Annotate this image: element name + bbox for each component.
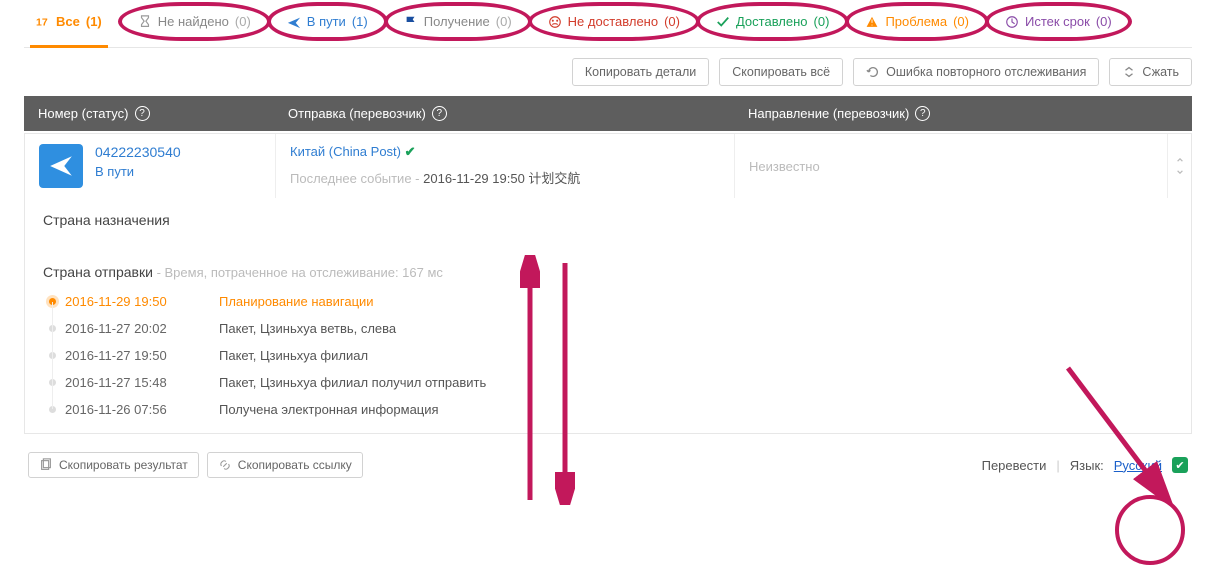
check-icon xyxy=(716,15,730,29)
event-date: 2016-11-27 19:50 xyxy=(65,348,205,363)
sad-face-icon xyxy=(548,15,562,29)
tab-label: Все xyxy=(56,14,80,29)
event-row: 2016-11-27 20:02 Пакет, Цзиньхуа ветвь, … xyxy=(43,315,1173,342)
table-header: Номер (статус) ? Отправка (перевозчик) ?… xyxy=(24,96,1192,131)
language-select[interactable]: Русский xyxy=(1114,458,1162,473)
tab-count: (0) xyxy=(496,14,512,29)
logo-17-icon: 17 xyxy=(36,15,50,29)
tab-count: (0) xyxy=(235,14,251,29)
last-event-label: Последнее событие - xyxy=(290,171,420,186)
help-icon[interactable]: ? xyxy=(915,106,930,121)
tab-undelivered[interactable]: Не доставлено (0) xyxy=(536,6,692,37)
button-label: Сжать xyxy=(1142,65,1179,79)
tab-not-found[interactable]: Не найдено (0) xyxy=(126,6,263,37)
shipment-summary-row: 04222230540 В пути Китай (China Post) ✔ … xyxy=(25,134,1191,198)
col-number-label: Номер (статус) xyxy=(38,106,129,121)
clock-icon xyxy=(1005,15,1019,29)
last-event-value: 2016-11-29 19:50 计划交航 xyxy=(423,171,580,186)
transit-status-icon xyxy=(39,144,83,188)
copy-details-button[interactable]: Копировать детали xyxy=(572,58,709,86)
origin-country-label: Страна отправки xyxy=(43,264,153,280)
status-tabs: 17 Все (1) Не найдено (0) В пути (1) xyxy=(24,0,1192,48)
tab-label: Не доставлено xyxy=(568,14,658,29)
flag-icon xyxy=(404,15,418,29)
tracking-status: В пути xyxy=(95,164,181,179)
tab-pickup[interactable]: Получение (0) xyxy=(392,6,524,37)
event-text: Пакет, Цзиньхуа филиал xyxy=(219,348,368,363)
copy-all-button[interactable]: Скопировать всё xyxy=(719,58,843,86)
hourglass-icon xyxy=(138,15,152,29)
event-text: Пакет, Цзиньхуа филиал получил отправить xyxy=(219,375,486,390)
language-checked-icon: ✔ xyxy=(1172,457,1188,473)
tab-problem[interactable]: Проблема (0) xyxy=(853,6,981,37)
footer-bar: Скопировать результат Скопировать ссылку… xyxy=(24,442,1192,478)
tab-label: Истек срок xyxy=(1025,14,1090,29)
event-text: Пакет, Цзиньхуа ветвь, слева xyxy=(219,321,396,336)
shipment-details: Страна назначения Страна отправки - Врем… xyxy=(25,198,1191,433)
tab-count: (0) xyxy=(953,14,969,29)
button-label: Ошибка повторного отслеживания xyxy=(886,65,1086,79)
col-shipment-label: Отправка (перевозчик) xyxy=(288,106,426,121)
tab-count: (0) xyxy=(814,14,830,29)
event-date: 2016-11-27 20:02 xyxy=(65,321,205,336)
direction-value: Неизвестно xyxy=(749,159,820,174)
svg-text:17: 17 xyxy=(36,16,48,28)
translate-link[interactable]: Перевести xyxy=(982,458,1047,473)
tab-expired[interactable]: Истек срок (0) xyxy=(993,6,1124,37)
copy-result-button[interactable]: Скопировать результат xyxy=(28,452,199,478)
verified-icon: ✔ xyxy=(405,144,416,159)
event-date: 2016-11-26 07:56 xyxy=(65,402,205,417)
tab-count: (0) xyxy=(664,14,680,29)
event-text: Получена электронная информация xyxy=(219,402,439,417)
destination-country-label: Страна назначения xyxy=(43,212,1173,228)
warning-icon xyxy=(865,15,879,29)
event-row: 2016-11-27 19:50 Пакет, Цзиньхуа филиал xyxy=(43,342,1173,369)
tab-count: (0) xyxy=(1096,14,1112,29)
carrier-link[interactable]: Китай (China Post) xyxy=(290,144,401,159)
tab-label: Получение xyxy=(424,14,490,29)
tab-in-transit[interactable]: В пути (1) xyxy=(275,6,380,37)
tab-label: Проблема xyxy=(885,14,947,29)
language-label: Язык: xyxy=(1070,458,1104,473)
event-date: 2016-11-27 15:48 xyxy=(65,375,205,390)
event-date: 2016-11-29 19:50 xyxy=(65,294,205,309)
toolbar: Копировать детали Скопировать всё Ошибка… xyxy=(24,48,1192,96)
collapse-button[interactable]: Сжать xyxy=(1109,58,1192,86)
col-direction-label: Направление (перевозчик) xyxy=(748,106,909,121)
event-row: 2016-11-29 19:50 Планирование навигации xyxy=(43,288,1173,315)
event-text: Планирование навигации xyxy=(219,294,374,309)
event-row: 2016-11-27 15:48 Пакет, Цзиньхуа филиал … xyxy=(43,369,1173,396)
retrack-button[interactable]: Ошибка повторного отслеживания xyxy=(853,58,1099,86)
tracking-number[interactable]: 04222230540 xyxy=(95,144,181,160)
help-icon[interactable]: ? xyxy=(432,106,447,121)
event-timeline: 2016-11-29 19:50 Планирование навигации … xyxy=(43,288,1173,423)
expand-toggle[interactable] xyxy=(1167,134,1191,198)
shipment-card: 04222230540 В пути Китай (China Post) ✔ … xyxy=(24,133,1192,434)
tab-label: Не найдено xyxy=(158,14,229,29)
plane-icon xyxy=(287,15,301,29)
copy-icon xyxy=(39,458,53,472)
annotation-circle xyxy=(1115,495,1185,565)
separator: | xyxy=(1056,458,1059,473)
button-label: Скопировать результат xyxy=(59,458,188,472)
tab-label: Доставлено xyxy=(736,14,808,29)
help-icon[interactable]: ? xyxy=(135,106,150,121)
button-label: Скопировать ссылку xyxy=(238,458,352,472)
tab-count: (1) xyxy=(86,14,102,29)
tab-label: В пути xyxy=(307,14,346,29)
tab-all[interactable]: 17 Все (1) xyxy=(24,6,114,37)
refresh-icon xyxy=(866,65,880,79)
copy-link-button[interactable]: Скопировать ссылку xyxy=(207,452,363,478)
tab-delivered[interactable]: Доставлено (0) xyxy=(704,6,841,37)
collapse-icon xyxy=(1122,65,1136,79)
timing-note: - Время, потраченное на отслеживание: 16… xyxy=(157,265,443,280)
event-row: 2016-11-26 07:56 Получена электронная ин… xyxy=(43,396,1173,423)
link-icon xyxy=(218,458,232,472)
tab-count: (1) xyxy=(352,14,368,29)
